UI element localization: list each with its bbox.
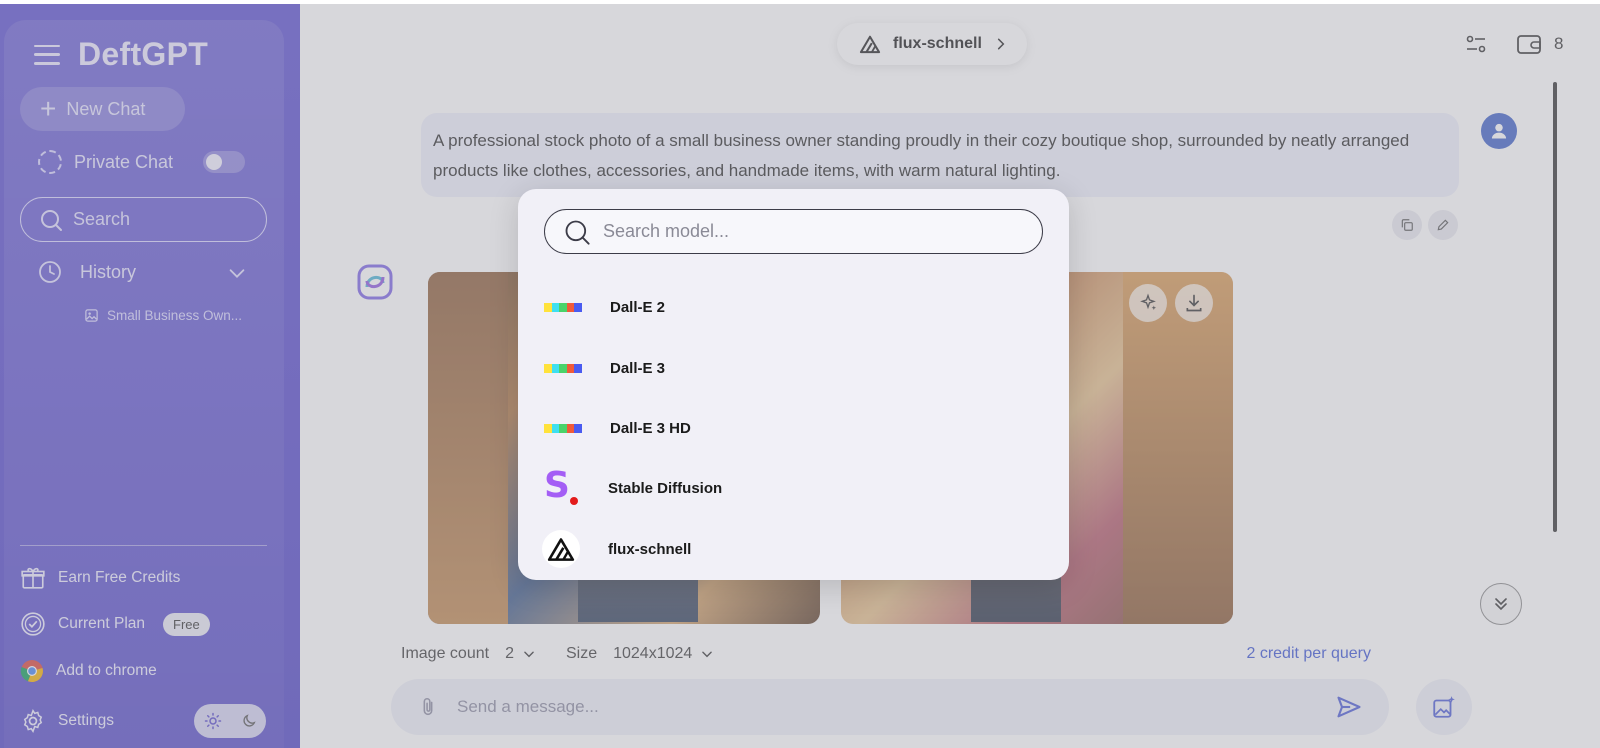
model-picker-dialog: Dall-E 2 Dall-E 3 Dall-E 3 HD S Stable D… xyxy=(518,189,1069,580)
model-option-stable-diffusion[interactable]: S Stable Diffusion xyxy=(542,464,1042,512)
model-option-flux-schnell[interactable]: flux-schnell xyxy=(542,525,1042,573)
model-option-dall-e-2[interactable]: Dall-E 2 xyxy=(542,283,1042,331)
flux-icon xyxy=(542,530,580,568)
model-option-label: Dall-E 2 xyxy=(610,298,666,316)
model-search-field[interactable] xyxy=(544,209,1043,254)
model-option-label: flux-schnell xyxy=(608,540,692,558)
search-icon xyxy=(565,220,590,245)
model-option-label: Dall-E 3 xyxy=(610,359,666,377)
openai-rainbow-icon xyxy=(544,302,582,312)
model-option-label: Stable Diffusion xyxy=(608,479,723,497)
openai-rainbow-icon xyxy=(544,423,582,433)
model-search-input[interactable] xyxy=(603,221,1023,242)
model-option-dall-e-3[interactable]: Dall-E 3 xyxy=(542,344,1042,392)
model-option-label: Dall-E 3 HD xyxy=(610,419,691,437)
openai-rainbow-icon xyxy=(544,363,582,373)
model-option-dall-e-3-hd[interactable]: Dall-E 3 HD xyxy=(542,404,1042,452)
stable-diffusion-icon: S xyxy=(542,465,580,507)
